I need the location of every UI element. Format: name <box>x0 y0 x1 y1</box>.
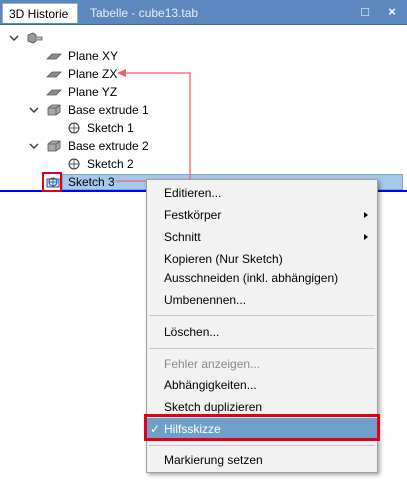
history-panel: 3D Historie Tabelle - cube13.tab □ × Pla… <box>0 0 407 483</box>
plane-icon <box>46 71 62 78</box>
plane-icon <box>46 89 62 96</box>
annotation-box-icon <box>42 172 62 192</box>
restore-icon[interactable]: □ <box>356 3 374 21</box>
tab-bar: 3D Historie Tabelle - cube13.tab □ × <box>0 0 407 25</box>
menu-item-solid[interactable]: Festkörper <box>147 204 377 226</box>
sketch-icon <box>68 158 80 170</box>
menu-item-cut[interactable]: Ausschneiden (inkl. abhängigen) <box>147 267 377 289</box>
tree-item-sketch-1[interactable]: Sketch 1 <box>0 119 407 137</box>
chevron-down-icon[interactable] <box>28 140 40 152</box>
tree-item-label: Plane YZ <box>68 85 118 99</box>
chevron-down-icon[interactable] <box>8 32 20 44</box>
tree-item-label: Sketch 3 <box>68 175 115 189</box>
tree-root[interactable] <box>0 29 407 47</box>
tree-item-label: Sketch 1 <box>87 121 134 135</box>
menu-item-dependencies[interactable]: Abhängigkeiten... <box>147 374 377 396</box>
tree-item-label: Base extrude 1 <box>68 103 149 117</box>
menu-separator <box>149 348 375 349</box>
menu-item-rename[interactable]: Umbenennen... <box>147 289 377 311</box>
tree-item-label: Plane XY <box>68 49 119 63</box>
tab-table[interactable]: Tabelle - cube13.tab <box>84 3 264 23</box>
sketch-icon <box>68 122 80 134</box>
extrude-icon <box>47 140 61 152</box>
tree-item-base-extrude-2[interactable]: Base extrude 2 <box>0 137 407 155</box>
tree-item-label: Base extrude 2 <box>68 139 149 153</box>
tree-item-plane-yz[interactable]: Plane YZ <box>0 83 407 101</box>
tree-item-plane-zx[interactable]: Plane ZX <box>0 65 407 83</box>
chevron-down-icon[interactable] <box>28 104 40 116</box>
tree-item-label: Plane ZX <box>68 67 118 81</box>
tree-item-sketch-2[interactable]: Sketch 2 <box>0 155 407 173</box>
tree-item-label: Sketch 2 <box>87 157 134 171</box>
menu-item-section[interactable]: Schnitt <box>147 226 377 248</box>
tree-item-base-extrude-1[interactable]: Base extrude 1 <box>0 101 407 119</box>
tree-item-plane-xy[interactable]: Plane XY <box>0 47 407 65</box>
menu-item-edit[interactable]: Editieren... <box>147 182 377 204</box>
menu-item-delete[interactable]: Löschen... <box>147 321 377 343</box>
annotation-box-menu <box>144 414 380 441</box>
submenu-arrow-icon <box>364 234 368 240</box>
extrude-icon <box>47 104 61 116</box>
feature-root-icon <box>27 32 43 44</box>
tab-3d-history[interactable]: 3D Historie <box>2 3 78 23</box>
menu-separator <box>149 445 375 446</box>
menu-separator <box>149 315 375 316</box>
close-icon[interactable]: × <box>383 3 401 21</box>
menu-item-set-marker[interactable]: Markierung setzen <box>147 449 377 471</box>
plane-icon <box>46 53 62 60</box>
menu-item-show-errors: Fehler anzeigen... <box>164 357 261 371</box>
submenu-arrow-icon <box>364 212 368 218</box>
